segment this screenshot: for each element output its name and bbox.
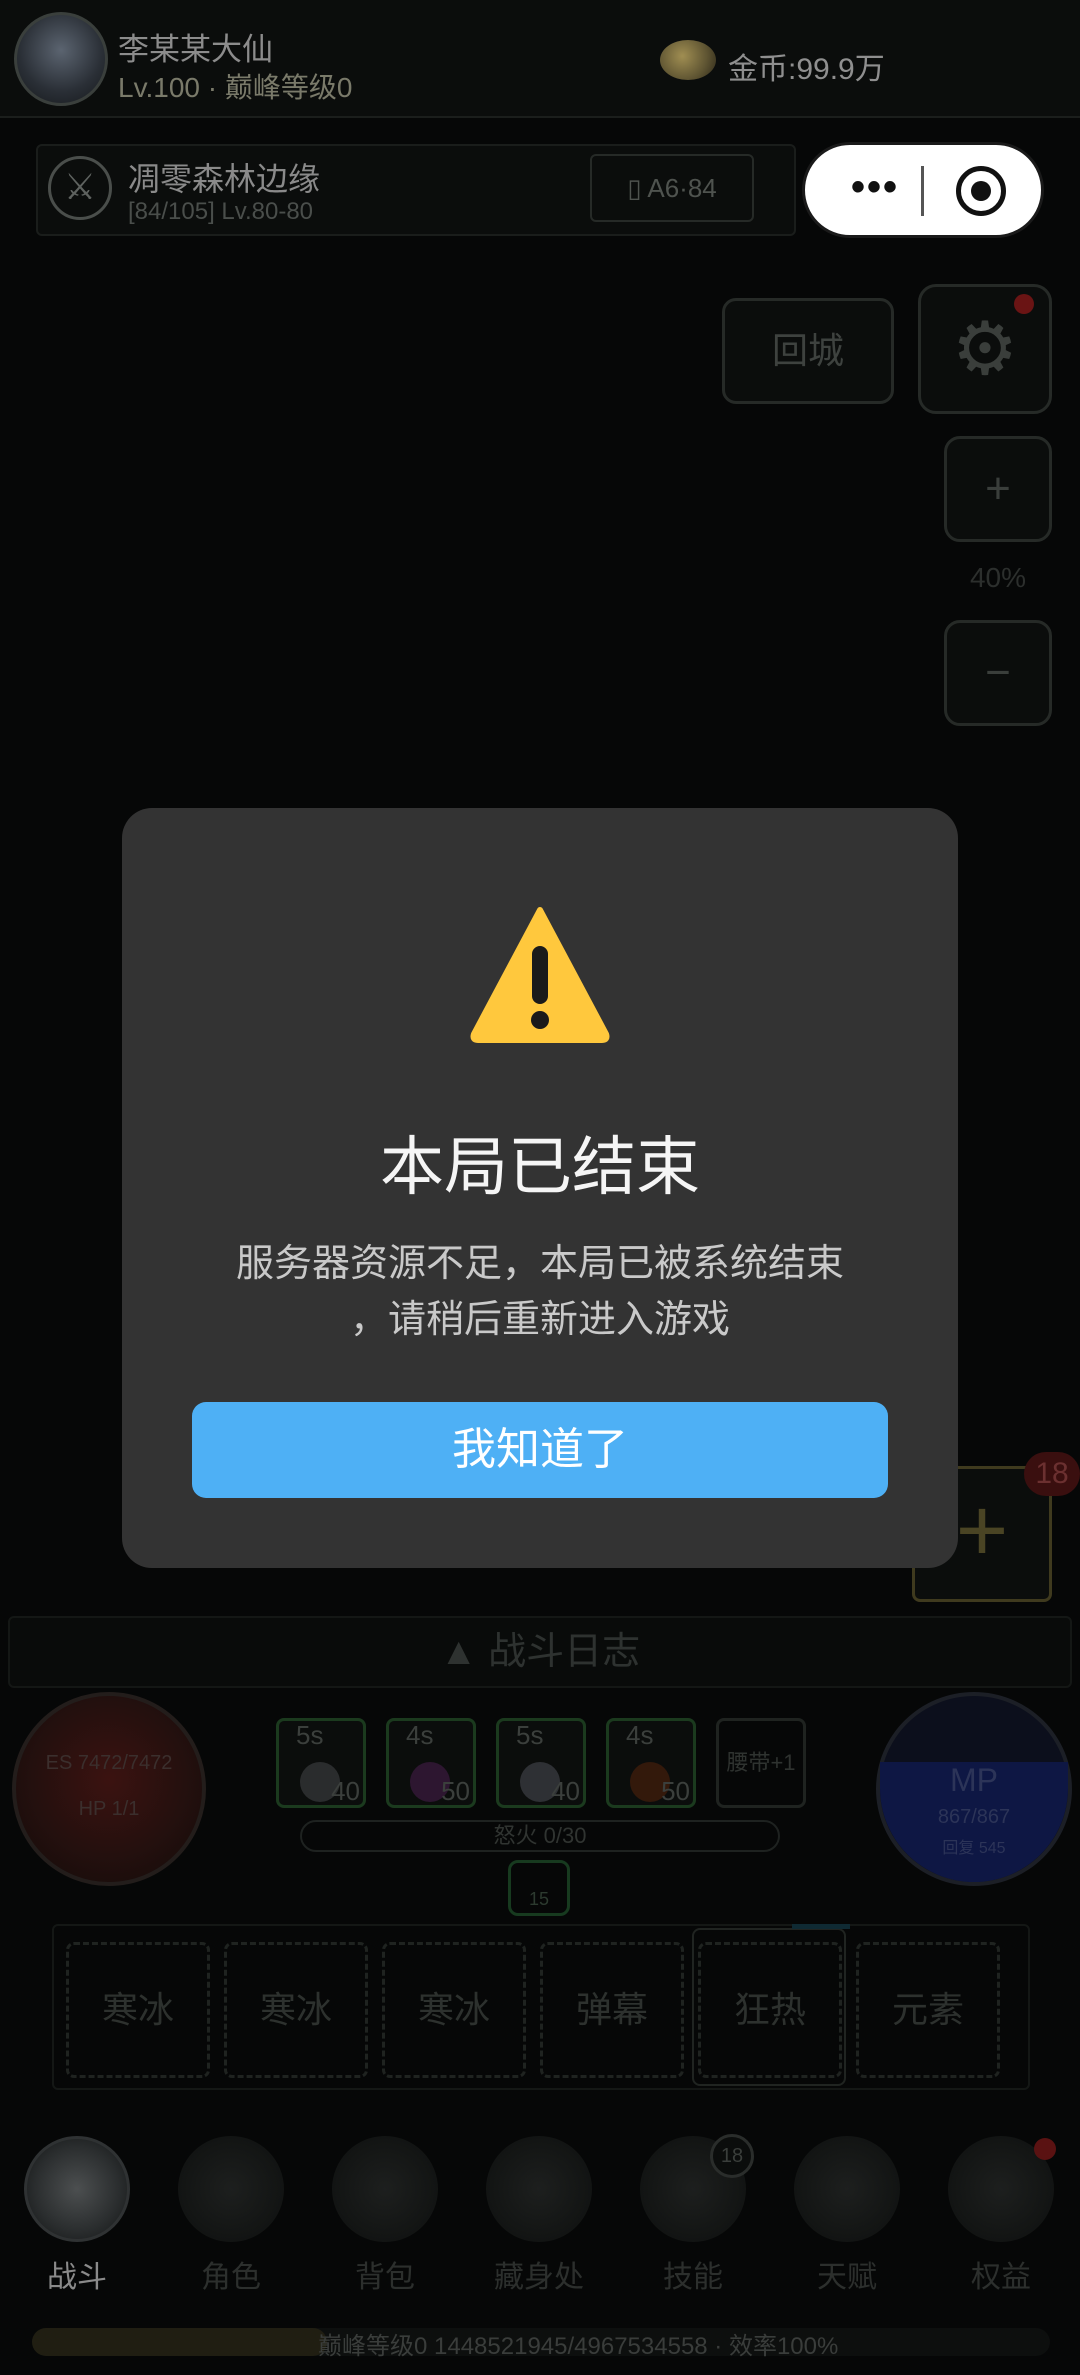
dialog-message-line: 服务器资源不足，本局已被系统结束 (235, 1243, 844, 1285)
dialog-title: 本局已结束 (380, 1131, 700, 1203)
warning-icon (470, 907, 610, 1043)
acknowledge-button[interactable]: 我知道了 (192, 1402, 888, 1498)
dialog-message: 服务器资源不足，本局已被系统结束 ，请稍后重新进入游戏 (190, 1236, 890, 1348)
dialog-message-line: ，请稍后重新进入游戏 (349, 1299, 730, 1341)
